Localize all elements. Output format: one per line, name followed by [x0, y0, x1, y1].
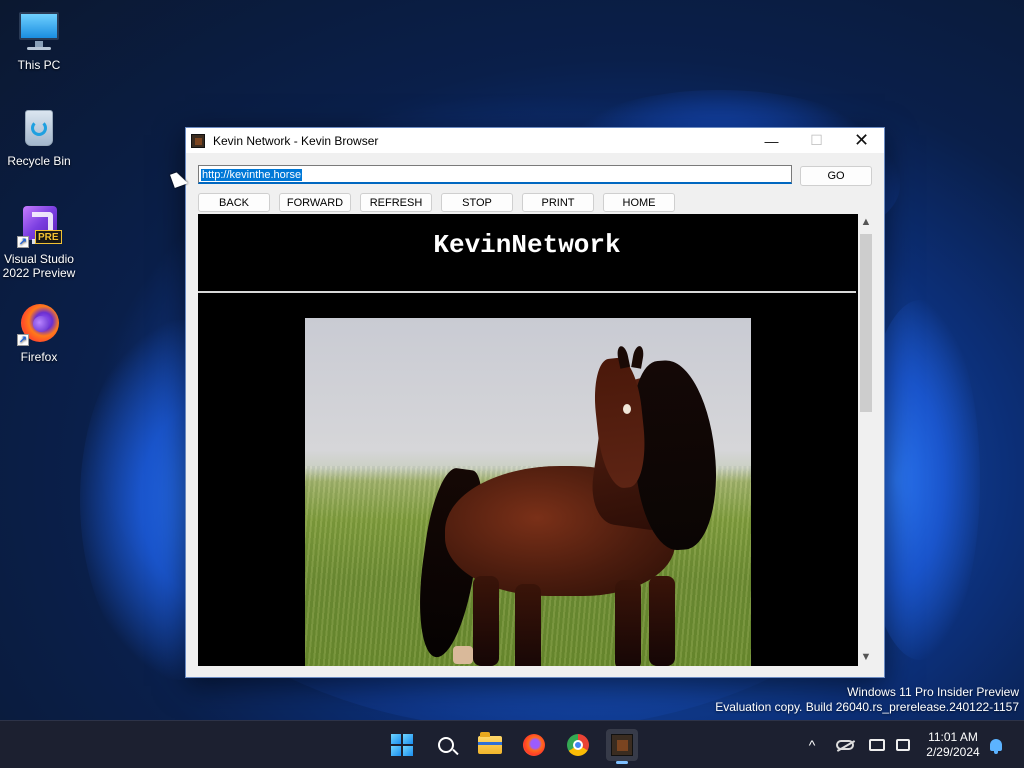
- recycle-bin-icon: [17, 106, 61, 150]
- system-clock[interactable]: 11:01 AM 2/29/2024: [918, 730, 988, 760]
- browser-client: http://kevinthe.horse GO BACK FORWARD RE…: [186, 153, 884, 677]
- desktop-icon-label: Visual Studio 2022 Preview: [2, 252, 76, 280]
- kevin-browser-icon: [611, 734, 633, 756]
- scroll-down-arrow-icon[interactable]: ▼: [858, 649, 874, 666]
- desktop-icon-recycle-bin[interactable]: Recycle Bin: [1, 106, 77, 168]
- vertical-scrollbar[interactable]: ▲ ▼: [858, 214, 874, 666]
- back-button[interactable]: BACK: [198, 193, 270, 212]
- desktop-icon-visual-studio[interactable]: PRE ↗ Visual Studio 2022 Preview: [1, 204, 77, 280]
- search-button[interactable]: [430, 729, 462, 761]
- page-heading: KevinNetwork: [433, 230, 621, 260]
- monitor-icon: [17, 10, 61, 54]
- clock-time: 11:01 AM: [928, 730, 978, 744]
- taskbar-chrome-button[interactable]: [562, 729, 594, 761]
- desktop-icon-label: This PC: [17, 58, 61, 72]
- horizontal-rule: [198, 291, 856, 293]
- firefox-icon: ↗: [17, 302, 61, 346]
- minimize-button[interactable]: —: [749, 128, 794, 153]
- url-selected-text: http://kevinthe.horse: [201, 169, 303, 181]
- desktop-icon-this-pc[interactable]: This PC: [1, 10, 77, 72]
- url-input[interactable]: http://kevinthe.horse: [198, 165, 792, 184]
- kevin-browser-icon: [191, 133, 205, 148]
- home-button[interactable]: HOME: [603, 193, 675, 212]
- start-button[interactable]: [386, 729, 418, 761]
- navigation-toolbar: BACK FORWARD REFRESH STOP PRINT HOME: [198, 193, 675, 212]
- evaluation-watermark: Windows 11 Pro Insider Preview Evaluatio…: [715, 685, 1019, 715]
- visual-studio-icon: PRE ↗: [17, 204, 62, 248]
- notification-bell-icon[interactable]: [986, 721, 1006, 768]
- windows-logo-icon: [391, 734, 413, 756]
- shortcut-arrow-icon: ↗: [17, 236, 29, 248]
- taskbar-kevin-browser-button[interactable]: [606, 729, 638, 764]
- stop-button[interactable]: STOP: [441, 193, 513, 212]
- window-title: Kevin Network - Kevin Browser: [213, 133, 379, 148]
- file-explorer-button[interactable]: [474, 729, 506, 761]
- title-bar[interactable]: Kevin Network - Kevin Browser — ☐ ✕: [186, 128, 884, 153]
- onedrive-icon[interactable]: [834, 721, 856, 768]
- print-button[interactable]: PRINT: [522, 193, 594, 212]
- desktop-icon-label: Firefox: [20, 350, 58, 364]
- go-button[interactable]: GO: [800, 166, 872, 186]
- maximize-button[interactable]: ☐: [794, 128, 839, 153]
- desktop-icon-firefox[interactable]: ↗ Firefox: [1, 302, 77, 364]
- taskbar-firefox-button[interactable]: [518, 729, 550, 761]
- scroll-thumb[interactable]: [860, 234, 872, 412]
- chrome-icon: [567, 734, 589, 756]
- search-icon: [438, 737, 454, 753]
- horse-photo: [305, 318, 751, 666]
- close-button[interactable]: ✕: [839, 128, 884, 153]
- preview-badge: PRE: [35, 230, 62, 244]
- desktop-icon-label: Recycle Bin: [7, 154, 71, 168]
- show-hidden-icons-chevron-icon[interactable]: ^: [800, 721, 824, 768]
- network-icon[interactable]: [866, 721, 888, 768]
- firefox-icon: [523, 734, 545, 756]
- forward-button[interactable]: FORWARD: [279, 193, 351, 212]
- clock-date: 2/29/2024: [926, 745, 980, 759]
- volume-muted-icon[interactable]: [892, 721, 914, 768]
- folder-icon: [478, 732, 502, 754]
- watermark-line-2: Evaluation copy. Build 26040.rs_prerelea…: [715, 700, 1019, 714]
- web-page-viewport[interactable]: KevinNetwork: [198, 214, 858, 666]
- browser-window: Kevin Network - Kevin Browser — ☐ ✕ http…: [185, 127, 885, 678]
- scroll-up-arrow-icon[interactable]: ▲: [858, 214, 874, 231]
- watermark-line-1: Windows 11 Pro Insider Preview: [847, 685, 1019, 699]
- shortcut-arrow-icon: ↗: [17, 334, 29, 346]
- taskbar: ^ 11:01 AM 2/29/2024: [0, 720, 1024, 768]
- refresh-button[interactable]: REFRESH: [360, 193, 432, 212]
